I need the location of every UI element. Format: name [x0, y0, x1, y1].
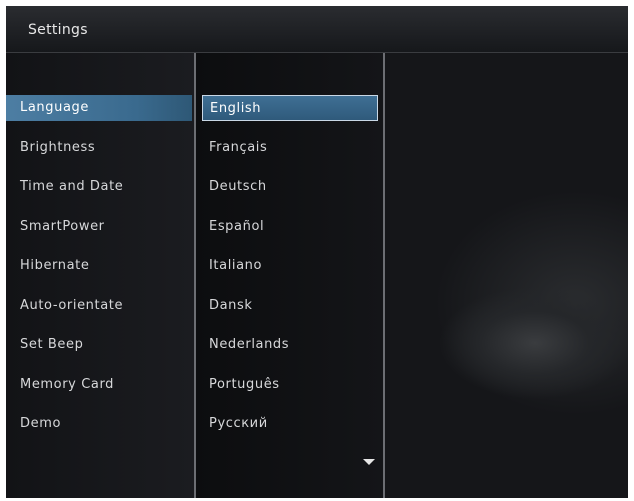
menu-item-demo[interactable]: Demo	[6, 411, 192, 437]
language-option-francais[interactable]: Français	[202, 135, 378, 161]
menu-item-brightness[interactable]: Brightness	[6, 135, 192, 161]
menu-item-auto-orientate[interactable]: Auto-orientate	[6, 293, 192, 319]
language-option-deutsch[interactable]: Deutsch	[202, 174, 378, 200]
triangle-down-icon[interactable]	[363, 459, 375, 465]
language-option-dansk[interactable]: Dansk	[202, 293, 378, 319]
settings-screen: Settings Language Brightness Time and Da…	[6, 6, 628, 498]
photo-preview	[385, 53, 628, 498]
menu-item-set-beep[interactable]: Set Beep	[6, 332, 192, 358]
page-title: Settings	[28, 22, 88, 38]
column-divider	[194, 53, 196, 498]
language-option-nederlands[interactable]: Nederlands	[202, 332, 378, 358]
menu-item-time-and-date[interactable]: Time and Date	[6, 174, 192, 200]
title-bar: Settings	[6, 6, 628, 53]
language-option-italiano[interactable]: Italiano	[202, 253, 378, 279]
menu-item-memory-card[interactable]: Memory Card	[6, 372, 192, 398]
language-option-russian[interactable]: Русский	[202, 411, 378, 437]
menu-item-smartpower[interactable]: SmartPower	[6, 214, 192, 240]
language-option-portugues[interactable]: Português	[202, 372, 378, 398]
language-option-english[interactable]: English	[202, 95, 378, 121]
menu-item-hibernate[interactable]: Hibernate	[6, 253, 192, 279]
language-option-espanol[interactable]: Español	[202, 214, 378, 240]
menu-item-language[interactable]: Language	[6, 95, 192, 121]
